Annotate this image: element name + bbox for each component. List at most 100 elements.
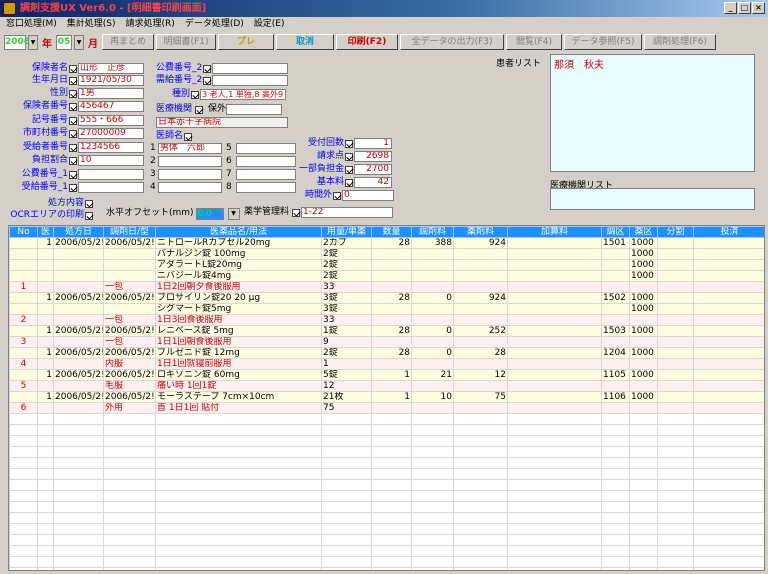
recv1-field[interactable]: [78, 182, 144, 193]
preview-button[interactable]: プレ: [218, 34, 274, 50]
insured-name-checkbox[interactable]: [69, 64, 77, 73]
table-row[interactable]: シグマート錠5mg 3錠 1000: [9, 303, 764, 315]
menu-data[interactable]: データ処理(D): [185, 17, 244, 32]
cancel-button[interactable]: 取消: [276, 34, 334, 50]
patient-list-item[interactable]: 那須 秋夫: [554, 60, 604, 71]
recv2-field[interactable]: [212, 75, 289, 86]
menu-counter[interactable]: 窓口処理(M): [6, 17, 57, 32]
basic-field[interactable]: 42: [354, 177, 392, 188]
public1-checkbox[interactable]: [69, 170, 77, 179]
insurer-no-field[interactable]: 456467: [78, 101, 144, 112]
doctor-field[interactable]: [236, 169, 296, 180]
symbol-checkbox[interactable]: [69, 116, 77, 125]
dob-field[interactable]: 1921/05/30: [78, 75, 144, 86]
recipient-no-field[interactable]: 1234566: [78, 142, 144, 153]
symbol-field[interactable]: 555・666: [78, 115, 144, 126]
table-row[interactable]: 1 2006/05/2! 2006/05/2! レニベース錠 5mg 1錠 28 0 252 1…: [9, 325, 764, 337]
sex-field[interactable]: 1男: [78, 88, 144, 99]
table-row[interactable]: 1 2006/05/2! 2006/05/2! ブルゼニド錠 12mg 2錠 28 0 28 1…: [9, 347, 764, 359]
maximize-button[interactable]: □: [738, 2, 751, 14]
table-row[interactable]: 1 一包 1日2回朝夕食後服用 33: [9, 281, 764, 293]
doctor-checkbox[interactable]: [184, 132, 193, 141]
table-row[interactable]: 1 2006/05/2! 2006/05/2! モーラステープ 7cm×10cm 21枚…: [9, 391, 764, 403]
doctor-field[interactable]: 男体 六郎: [158, 143, 222, 154]
col-class1[interactable]: 調区: [601, 226, 630, 238]
doctor-field[interactable]: [158, 182, 222, 193]
menu-aggregate[interactable]: 集計処理(S): [67, 17, 116, 32]
public2-checkbox[interactable]: [203, 64, 212, 73]
hospital-list[interactable]: [550, 188, 755, 210]
claim-checkbox[interactable]: [345, 152, 353, 161]
col-drug[interactable]: 医薬品名/用法: [155, 226, 322, 238]
doctor-field[interactable]: [236, 143, 296, 154]
ratio-field[interactable]: 10: [78, 155, 144, 166]
reception-field[interactable]: 1: [354, 138, 392, 149]
col-prescription-date[interactable]: 処方日: [53, 226, 104, 238]
col-dispense-date[interactable]: 調剤日/型: [103, 226, 156, 238]
data-reference-button[interactable]: データ参照(F5): [564, 34, 642, 50]
city-no-field[interactable]: 27000009: [78, 128, 144, 139]
public1-field[interactable]: [78, 169, 144, 180]
col-dose[interactable]: 用量/単薬: [321, 226, 372, 238]
table-row[interactable]: 2 一包 1日3回食後服用 33: [9, 314, 764, 326]
dispense-button[interactable]: 調剤処理(F6): [644, 34, 716, 50]
table-row[interactable]: ニバジール錠4mg 2錠 1000: [9, 270, 764, 282]
pharm-checkbox[interactable]: [292, 208, 301, 217]
patient-list[interactable]: 那須 秋夫: [550, 54, 755, 172]
doctor-field[interactable]: [236, 182, 296, 193]
clinic-checkbox[interactable]: [195, 105, 204, 114]
prescription-checkbox[interactable]: [85, 199, 93, 208]
close-button[interactable]: ×: [752, 2, 765, 14]
partial-field[interactable]: 2700: [354, 164, 392, 175]
col-class2[interactable]: 薬区: [629, 226, 658, 238]
overtime-field[interactable]: 0: [342, 190, 394, 201]
print-button[interactable]: 印刷(F2): [336, 34, 398, 50]
col-drug-fee[interactable]: 薬剤料: [453, 226, 508, 238]
dob-checkbox[interactable]: [69, 76, 77, 85]
doctor-field[interactable]: [158, 156, 222, 167]
partial-checkbox[interactable]: [345, 165, 353, 174]
sex-checkbox[interactable]: [69, 89, 77, 98]
month-select[interactable]: 05: [56, 34, 72, 50]
regroup-button[interactable]: 再まとめ: [102, 34, 154, 50]
table-row[interactable]: バナルジン錠 100mg 2錠 1000: [9, 248, 764, 260]
minimize-button[interactable]: _: [724, 2, 737, 14]
export-all-button[interactable]: 全データの出力(F3): [400, 34, 504, 50]
table-row[interactable]: アダラートL錠20mg 2錠 1000: [9, 259, 764, 271]
recv2-checkbox[interactable]: [203, 76, 212, 85]
table-row[interactable]: 5 毛服 痛い時 1回1錠 12: [9, 380, 764, 392]
menu-billing[interactable]: 請求処理(R): [126, 17, 175, 32]
col-doctor[interactable]: 医: [37, 226, 54, 238]
menu-settings[interactable]: 設定(E): [254, 17, 285, 32]
public2-field[interactable]: [212, 63, 289, 74]
col-fee[interactable]: 調剤料: [411, 226, 454, 238]
recipient-no-checkbox[interactable]: [69, 143, 77, 152]
kind-field[interactable]: 3 老人,1 単独,8 高外9: [200, 89, 287, 100]
city-no-checkbox[interactable]: [69, 129, 77, 138]
table-row[interactable]: 6 外用首 1日1回 貼付 75: [9, 402, 764, 414]
col-done[interactable]: 投済: [693, 226, 764, 238]
overtime-checkbox[interactable]: [333, 191, 341, 200]
hospital-field[interactable]: 日本赤十字病院: [156, 117, 288, 128]
col-addition[interactable]: 加算料: [507, 226, 602, 238]
col-split[interactable]: 分割: [657, 226, 694, 238]
table-row[interactable]: 1 2006/05/2! 2006/05/2! ニトロールRカプセル20mg 2カプ 28…: [9, 237, 764, 249]
claim-field[interactable]: 2698: [354, 151, 392, 162]
outside-field[interactable]: [226, 104, 283, 115]
ocr-checkbox[interactable]: [85, 211, 93, 220]
reception-checkbox[interactable]: [345, 139, 353, 148]
table-row[interactable]: 1 2006/05/2! 2006/05/2! プロサイリン錠20 20 μg 3錠 28…: [9, 292, 764, 304]
statement-button[interactable]: 明細書(F1): [156, 34, 216, 50]
view-button[interactable]: 閲覧(F4): [506, 34, 562, 50]
insured-name-field[interactable]: 山形 正彦: [78, 63, 144, 74]
col-no[interactable]: No: [9, 226, 38, 238]
month-dropdown-icon[interactable]: ▼: [74, 34, 84, 50]
ratio-checkbox[interactable]: [69, 156, 77, 165]
kind-checkbox[interactable]: [191, 90, 200, 99]
recv1-checkbox[interactable]: [69, 183, 77, 192]
doctor-field[interactable]: [236, 156, 296, 167]
col-qty[interactable]: 数量: [371, 226, 412, 238]
offset-dropdown-icon[interactable]: ▼: [227, 207, 240, 220]
table-row[interactable]: 1 2006/05/2! 2006/05/2! ロキソニン錠 60mg 5錠 1 21 12 1…: [9, 369, 764, 381]
doctor-field[interactable]: [158, 169, 222, 180]
